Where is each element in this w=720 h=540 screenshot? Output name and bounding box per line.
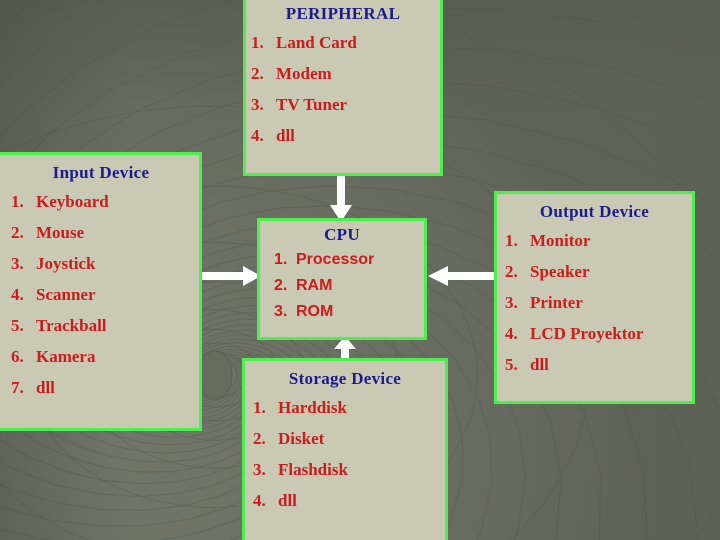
list-item: 1. Monitor [505, 231, 692, 251]
list-item: 2. Speaker [505, 262, 692, 282]
list-item: 3. Flashdisk [253, 460, 445, 480]
list-item-number: 2. [11, 223, 24, 242]
box-peripheral-title: PERIPHERAL [285, 4, 401, 23]
list-item: 3. TV Tuner [251, 95, 440, 115]
list-item-label: Mouse [36, 223, 85, 242]
list-item-number: 4. [253, 491, 266, 510]
box-output-device: Output Device 1. Monitor 2. Speaker 3. P… [494, 191, 695, 404]
box-input-device-title: Input Device [52, 163, 150, 182]
list-item: 5. dll [505, 355, 692, 375]
list-item: 2. Mouse [11, 223, 199, 243]
list-item-number: 5. [11, 316, 24, 335]
list-item: 1. Harddisk [253, 398, 445, 418]
box-storage-device-list: 1. Harddisk 2. Disket 3. Flashdisk 4. dl… [245, 398, 445, 511]
box-cpu-title: CPU [324, 225, 360, 244]
list-item-label: Trackball [36, 316, 107, 335]
list-item-label: Processor [296, 251, 375, 268]
list-item-label: Kamera [36, 347, 96, 366]
box-storage-device: Storage Device 1. Harddisk 2. Disket 3. … [242, 358, 448, 540]
list-item: 4. dll [253, 491, 445, 511]
slide-canvas: PERIPHERAL 1. Land Card 2. Modem 3. TV T… [0, 0, 720, 540]
list-item-number: 7. [11, 378, 24, 397]
list-item: 6. Kamera [11, 347, 199, 367]
list-item-number: 2. [274, 277, 288, 294]
list-item-number: 4. [11, 285, 24, 304]
list-item-number: 1. [253, 398, 266, 417]
list-item-label: Harddisk [278, 398, 347, 417]
list-item: 7. dll [11, 378, 199, 398]
list-item-label: Printer [530, 293, 583, 312]
list-item: 1. Land Card [251, 33, 440, 53]
list-item-label: ROM [296, 303, 334, 320]
list-item: 3. Joystick [11, 254, 199, 274]
list-item: 3. ROM [274, 303, 424, 321]
list-item-label: LCD Proyektor [530, 324, 644, 343]
list-item: 5. Trackball [11, 316, 199, 336]
box-input-device: Input Device 1. Keyboard 2. Mouse 3. Joy… [0, 152, 202, 431]
list-item-label: Modem [276, 64, 332, 83]
list-item: 4. dll [251, 126, 440, 146]
list-item-label: Monitor [530, 231, 591, 250]
list-item-number: 1. [274, 251, 288, 268]
list-item: 2. Modem [251, 64, 440, 84]
list-item: 2. Disket [253, 429, 445, 449]
list-item-number: 4. [505, 324, 518, 343]
list-item-label: Disket [278, 429, 325, 448]
list-item-number: 3. [505, 293, 518, 312]
list-item-number: 1. [251, 33, 264, 52]
list-item-label: RAM [296, 277, 333, 294]
list-item-label: Flashdisk [278, 460, 348, 479]
box-peripheral: PERIPHERAL 1. Land Card 2. Modem 3. TV T… [243, 0, 443, 176]
box-storage-device-title: Storage Device [288, 369, 402, 388]
box-output-device-title: Output Device [539, 202, 650, 221]
list-item-label: Speaker [530, 262, 590, 281]
box-cpu-list: 1. Processor 2. RAM 3. ROM [260, 251, 424, 321]
list-item-number: 1. [11, 192, 24, 211]
list-item: 2. RAM [274, 277, 424, 295]
list-item-number: 4. [251, 126, 264, 145]
list-item-number: 2. [251, 64, 264, 83]
box-output-device-list: 1. Monitor 2. Speaker 3. Printer 4. LCD … [497, 231, 692, 375]
list-item-number: 3. [253, 460, 266, 479]
box-cpu: CPU 1. Processor 2. RAM 3. ROM [257, 218, 427, 340]
list-item: 1. Processor [274, 251, 424, 269]
list-item: 3. Printer [505, 293, 692, 313]
list-item-label: TV Tuner [276, 95, 348, 114]
list-item-label: Joystick [36, 254, 96, 273]
list-item-number: 3. [11, 254, 24, 273]
list-item-number: 6. [11, 347, 24, 366]
list-item-label: dll [276, 126, 295, 145]
list-item-label: Land Card [276, 33, 357, 52]
list-item-number: 5. [505, 355, 518, 374]
list-item-number: 3. [251, 95, 264, 114]
list-item-label: dll [530, 355, 549, 374]
list-item-label: dll [278, 491, 297, 510]
box-input-device-list: 1. Keyboard 2. Mouse 3. Joystick 4. Scan… [0, 192, 199, 398]
list-item-label: dll [36, 378, 55, 397]
list-item: 4. LCD Proyektor [505, 324, 692, 344]
list-item-number: 1. [505, 231, 518, 250]
box-peripheral-list: 1. Land Card 2. Modem 3. TV Tuner 4. dll [246, 33, 440, 146]
list-item-label: Keyboard [36, 192, 109, 211]
list-item: 1. Keyboard [11, 192, 199, 212]
list-item: 4. Scanner [11, 285, 199, 305]
list-item-number: 3. [274, 303, 288, 320]
list-item-label: Scanner [36, 285, 96, 304]
list-item-number: 2. [505, 262, 518, 281]
list-item-number: 2. [253, 429, 266, 448]
